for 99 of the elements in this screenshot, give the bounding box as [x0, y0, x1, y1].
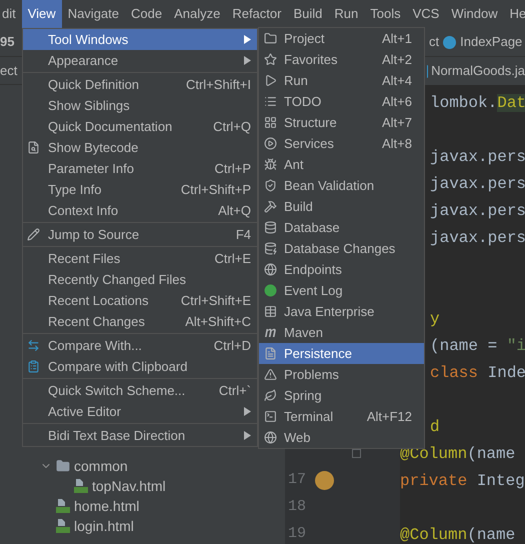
menu-item[interactable]: Event Log [259, 280, 424, 301]
services-icon [264, 137, 277, 150]
menu-bar-item[interactable]: VCS [406, 0, 446, 28]
line-number: 17 [288, 470, 308, 490]
menu-item[interactable]: Type Info Ctrl+Shift+P [23, 179, 257, 200]
breadcrumb-item[interactable]: 95 [0, 32, 14, 52]
shield-check-icon [264, 179, 277, 192]
menu-item[interactable]: TODO Alt+6 [259, 91, 424, 112]
html-file-icon [74, 479, 88, 493]
code-line: javax.pers [429, 174, 525, 194]
folder-icon [264, 32, 277, 45]
menu-bar-item[interactable]: Navigate [62, 0, 125, 28]
code-line: y [429, 308, 440, 330]
leaf-icon [264, 389, 277, 402]
code-line: class Inde [429, 362, 525, 384]
panel-title[interactable]: ect [0, 60, 18, 80]
terminal-icon [264, 410, 277, 423]
menu-item[interactable]: Quick Switch Scheme... Ctrl+` [23, 380, 257, 401]
tree-item[interactable]: login.html [74, 516, 134, 536]
html-file-icon [56, 499, 70, 513]
list-icon [264, 95, 277, 108]
globe-icon [264, 431, 277, 444]
html-file-icon [56, 519, 70, 533]
menu-item[interactable]: Recent Locations Ctrl+Shift+E [23, 290, 257, 311]
table-icon [264, 305, 277, 318]
menu-item[interactable]: Ant [259, 154, 424, 175]
line-number: 19 [288, 524, 308, 544]
folder-icon [56, 459, 70, 473]
menu-bar-item[interactable]: Analyze [168, 0, 226, 28]
menu-item[interactable]: Spring [259, 385, 424, 406]
code-line: javax.pers [429, 200, 525, 222]
menu-item[interactable]: Quick Documentation Ctrl+Q [23, 116, 257, 137]
menu-bar-item[interactable]: View [22, 0, 62, 28]
menu-item[interactable]: Java Enterprise [259, 301, 424, 322]
compare-arrows-icon [27, 339, 40, 352]
code-line: (name = "i [429, 336, 525, 356]
code-line: @Column(name [400, 524, 516, 544]
database-icon [264, 242, 277, 255]
menu-item[interactable]: Show Bytecode [23, 137, 257, 158]
tree-item[interactable]: common [74, 456, 128, 476]
menu-bar-item[interactable]: Run [328, 0, 364, 28]
menu-item[interactable]: Compare with Clipboard [23, 356, 257, 377]
menu-item[interactable]: Quick Definition Ctrl+Shift+I [23, 74, 257, 95]
menu-bar-item[interactable]: dit [0, 0, 22, 28]
menu-item[interactable]: Appearance [23, 50, 257, 71]
document-icon [264, 347, 277, 360]
globe-icon [264, 263, 277, 276]
structure-icon [264, 116, 277, 129]
database-icon [264, 221, 277, 234]
line-number: 18 [288, 497, 308, 518]
menu-item[interactable]: Jump to Source F4 [23, 224, 257, 245]
menu-item[interactable]: Recent Changes Alt+Shift+C [23, 311, 257, 332]
menu-item[interactable]: Database Changes [259, 238, 424, 259]
tree-item[interactable]: topNav.html [92, 476, 166, 496]
warning-icon [264, 368, 277, 381]
dot-icon [264, 284, 277, 297]
menu-item[interactable]: Bean Validation [259, 175, 424, 196]
menu-item[interactable]: Database [259, 217, 424, 238]
menu-bar-item[interactable]: Build [287, 0, 328, 28]
menu-item[interactable]: Parameter Info Ctrl+P [23, 158, 257, 179]
tree-item[interactable]: home.html [74, 496, 140, 516]
menu-bar-item[interactable]: Refactor [226, 0, 288, 28]
menu-item[interactable]: Services Alt+8 [259, 133, 424, 154]
menu-item[interactable]: Tool Windows [23, 29, 257, 50]
code-line: javax.pers [429, 146, 525, 168]
menu-item[interactable]: Build [259, 196, 424, 217]
pencil-icon [27, 228, 40, 241]
menu-bar-item[interactable]: Code [125, 0, 168, 28]
menu-bar-item[interactable]: Window [445, 0, 504, 28]
menu-item[interactable]: Active Editor [23, 401, 257, 422]
maven-icon [264, 328, 277, 337]
menu-item[interactable]: Persistence [259, 343, 424, 364]
breadcrumb-item[interactable]: ct [429, 32, 440, 52]
hammer-icon [264, 200, 277, 213]
menu-item[interactable]: Maven [259, 322, 424, 343]
annotation-marker-icon[interactable] [315, 471, 334, 490]
code-line: javax.pers [429, 228, 525, 248]
menu-item[interactable]: Compare With... Ctrl+D [23, 335, 257, 356]
breadcrumb-item[interactable]: IndexPage [460, 32, 522, 52]
menu-item[interactable]: Endpoints [259, 259, 424, 280]
play-icon [264, 74, 277, 87]
menu-item[interactable]: Project Alt+1 [259, 28, 424, 49]
code-line: private Integ [400, 470, 525, 492]
file-search-icon [27, 141, 40, 154]
menu-item[interactable]: Structure Alt+7 [259, 112, 424, 133]
menu-item[interactable]: Web [259, 427, 424, 448]
bug-icon [264, 158, 277, 171]
menu-item[interactable]: Favorites Alt+2 [259, 49, 424, 70]
menu-item[interactable]: Recent Files Ctrl+E [23, 248, 257, 269]
menu-item[interactable]: Context Info Alt+Q [23, 200, 257, 221]
menu-bar-item[interactable]: Tools [364, 0, 407, 28]
menu-item[interactable]: Bidi Text Base Direction [23, 425, 257, 446]
menu-item[interactable]: Show Siblings [23, 95, 257, 116]
clipboard-icon [27, 360, 40, 373]
menu-item[interactable]: Terminal Alt+F12 [259, 406, 424, 427]
menu-item[interactable]: Problems [259, 364, 424, 385]
menu-item[interactable]: Run Alt+4 [259, 70, 424, 91]
menu-item[interactable]: Recently Changed Files [23, 269, 257, 290]
star-icon [264, 53, 277, 66]
